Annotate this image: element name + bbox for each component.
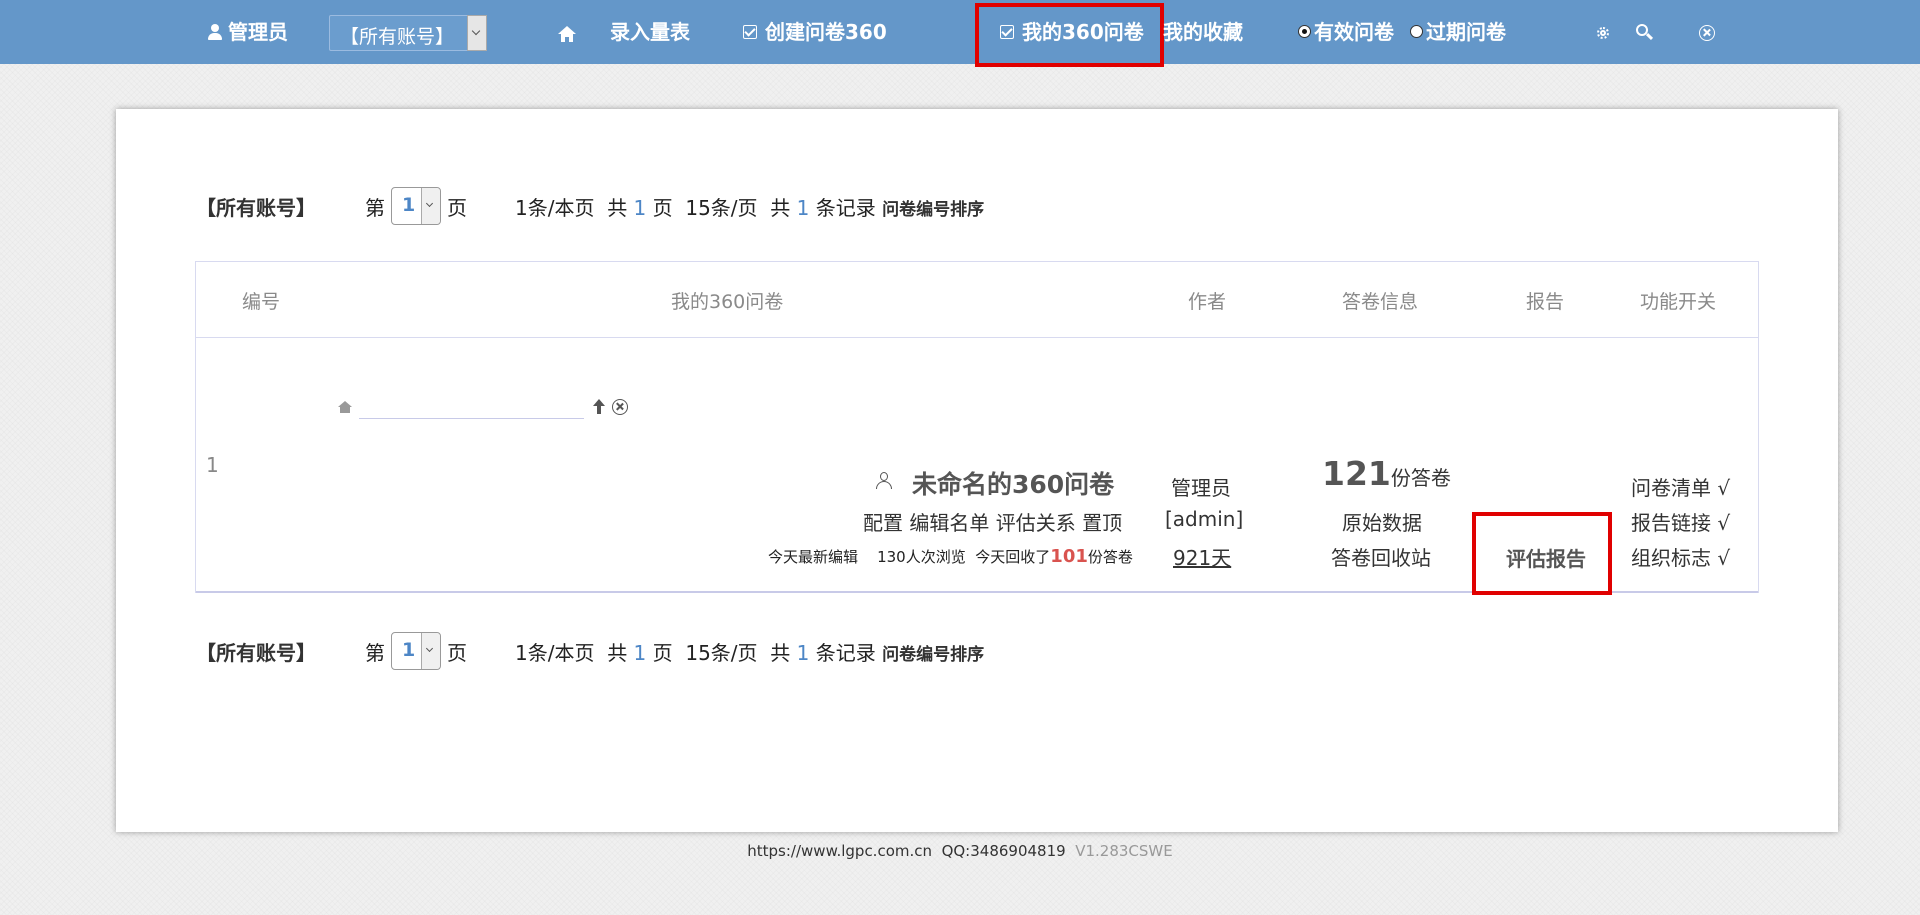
author-name: 管理员 xyxy=(1171,476,1231,500)
total-records-suffix: 条记录 xyxy=(815,641,876,665)
pager-stats: 1条/本页 共 1 页 15条/页 共 1 条记录 问卷编号排序 xyxy=(515,640,984,668)
per-page-b: 15条/页 xyxy=(685,196,758,220)
stat-collect-prefix: 今天回收了 xyxy=(975,548,1051,566)
total-pages: 1 xyxy=(633,196,647,220)
footer-qq: QQ:3486904819 xyxy=(941,842,1066,860)
col-header-response: 答卷信息 xyxy=(1342,291,1419,313)
user-icon xyxy=(208,23,222,40)
radio-valid-label: 有效问卷 xyxy=(1314,20,1394,44)
switch-report-link[interactable]: 报告链接 √ xyxy=(1631,507,1730,536)
pager-page-suffix: 页 xyxy=(447,641,467,665)
home-icon[interactable] xyxy=(338,401,352,413)
radio-expired-label: 过期问卷 xyxy=(1426,20,1506,44)
search-icon[interactable] xyxy=(1636,24,1654,42)
user-label: 管理员 xyxy=(228,20,288,44)
survey-title[interactable]: 未命名的360问卷 xyxy=(912,465,1114,501)
pager-page-suffix: 页 xyxy=(447,196,467,220)
radio-valid[interactable]: 有效问卷 xyxy=(1298,20,1394,44)
author-days-link[interactable]: 921天 xyxy=(1173,542,1231,571)
author-account: [admin] xyxy=(1165,507,1244,531)
total-pages-suffix: 页 xyxy=(652,196,673,220)
stat-collect-suffix: 份答卷 xyxy=(1087,548,1133,566)
pager-stats: 1条/本页 共 1 页 15条/页 共 1 条记录 问卷编号排序 xyxy=(515,195,984,223)
pager-account-link[interactable]: 【所有账号】 xyxy=(196,195,316,221)
pager-page-prefix: 第 xyxy=(365,196,385,220)
page-select-value: 1 xyxy=(402,194,416,216)
col-header-switches: 功能开关 xyxy=(1640,291,1717,313)
total-pages-prefix: 共 xyxy=(607,196,628,220)
survey-actions[interactable]: 配置 编辑名单 评估关系 置顶 xyxy=(863,507,1122,536)
response-count: 121份答卷 xyxy=(1322,454,1451,493)
sort-by-id-link[interactable]: 问卷编号排序 xyxy=(882,200,984,220)
radio-expired[interactable]: 过期问卷 xyxy=(1410,20,1506,44)
col-header-id: 编号 xyxy=(242,291,281,313)
per-page-b: 15条/页 xyxy=(685,641,758,665)
pager-account-link[interactable]: 【所有账号】 xyxy=(196,640,316,666)
person-icon xyxy=(876,472,892,490)
switch-org-logo[interactable]: 组织标志 √ xyxy=(1631,542,1730,571)
survey-stats: 今天最新编辑 130人次浏览 今天回收了101份答卷 xyxy=(768,546,1133,567)
total-records-prefix: 共 xyxy=(770,196,791,220)
account-select-value: 【所有账号】 xyxy=(340,26,455,48)
stat-collect-num: 101 xyxy=(1050,546,1088,567)
home-icon xyxy=(558,26,576,42)
per-page-a: 1条/本页 xyxy=(515,196,595,220)
arrow-up-icon[interactable] xyxy=(593,399,605,415)
total-pages-prefix: 共 xyxy=(607,641,628,665)
close-icon[interactable] xyxy=(1699,25,1715,41)
response-count-unit: 份答卷 xyxy=(1390,466,1451,490)
nav-my360-label: 我的360问卷 xyxy=(1022,20,1144,44)
nav-create-label: 创建问卷360 xyxy=(765,20,887,44)
radio-unchecked-icon xyxy=(1410,25,1423,38)
total-records: 1 xyxy=(796,641,810,665)
sort-by-id-link[interactable]: 问卷编号排序 xyxy=(882,645,984,665)
report-link[interactable]: 评估报告 xyxy=(1506,543,1586,572)
nav-favorites-link[interactable]: 我的收藏 xyxy=(1163,20,1243,44)
total-records-prefix: 共 xyxy=(770,641,791,665)
page-select[interactable]: 1 xyxy=(391,632,441,670)
switch-survey-list[interactable]: 问卷清单 √ xyxy=(1631,472,1730,501)
raw-data-link[interactable]: 原始数据 xyxy=(1342,507,1422,536)
recycle-bin-link[interactable]: 答卷回收站 xyxy=(1331,542,1431,571)
row-id: 1 xyxy=(206,453,219,477)
footer-site-link[interactable]: https://www.lgpc.com.cn xyxy=(747,842,932,860)
chevron-down-icon xyxy=(421,633,440,669)
gear-icon[interactable] xyxy=(1595,25,1611,41)
home-button[interactable] xyxy=(558,23,576,47)
page-select[interactable]: 1 xyxy=(391,187,441,225)
radio-checked-icon xyxy=(1298,25,1311,38)
page-select-value: 1 xyxy=(402,639,416,661)
chevron-down-icon xyxy=(467,15,487,51)
col-header-report: 报告 xyxy=(1526,291,1565,313)
total-records-suffix: 条记录 xyxy=(815,196,876,220)
nav-create-link[interactable]: 创建问卷360 xyxy=(743,20,887,44)
pager-page-prefix: 第 xyxy=(365,641,385,665)
stat-views: 130人次浏览 xyxy=(877,548,966,566)
nav-my360-link[interactable]: 我的360问卷 xyxy=(1000,20,1144,44)
footer-version: V1.283CSWE xyxy=(1075,842,1173,860)
user-menu[interactable]: 管理员 xyxy=(208,20,288,44)
close-icon[interactable] xyxy=(612,399,628,415)
total-pages: 1 xyxy=(633,641,647,665)
footer: https://www.lgpc.com.cn QQ:3486904819 V1… xyxy=(0,842,1920,860)
stat-edit: 今天最新编辑 xyxy=(768,548,859,566)
account-select[interactable]: 【所有账号】 xyxy=(329,15,487,51)
top-navbar: 管理员 【所有账号】 录入量表 创建问卷360 我的360问卷 我的收藏 有效问… xyxy=(0,0,1920,67)
col-header-survey: 我的360问卷 xyxy=(671,291,784,313)
chevron-down-icon xyxy=(421,188,440,224)
nav-entry-link[interactable]: 录入量表 xyxy=(610,20,690,44)
col-header-author: 作者 xyxy=(1188,291,1227,313)
row-name-input[interactable] xyxy=(359,418,584,419)
total-pages-suffix: 页 xyxy=(652,641,673,665)
checkbox-icon xyxy=(743,24,757,39)
total-records: 1 xyxy=(796,196,810,220)
response-count-num: 121 xyxy=(1322,454,1391,493)
checkbox-icon xyxy=(1000,24,1014,39)
per-page-a: 1条/本页 xyxy=(515,641,595,665)
